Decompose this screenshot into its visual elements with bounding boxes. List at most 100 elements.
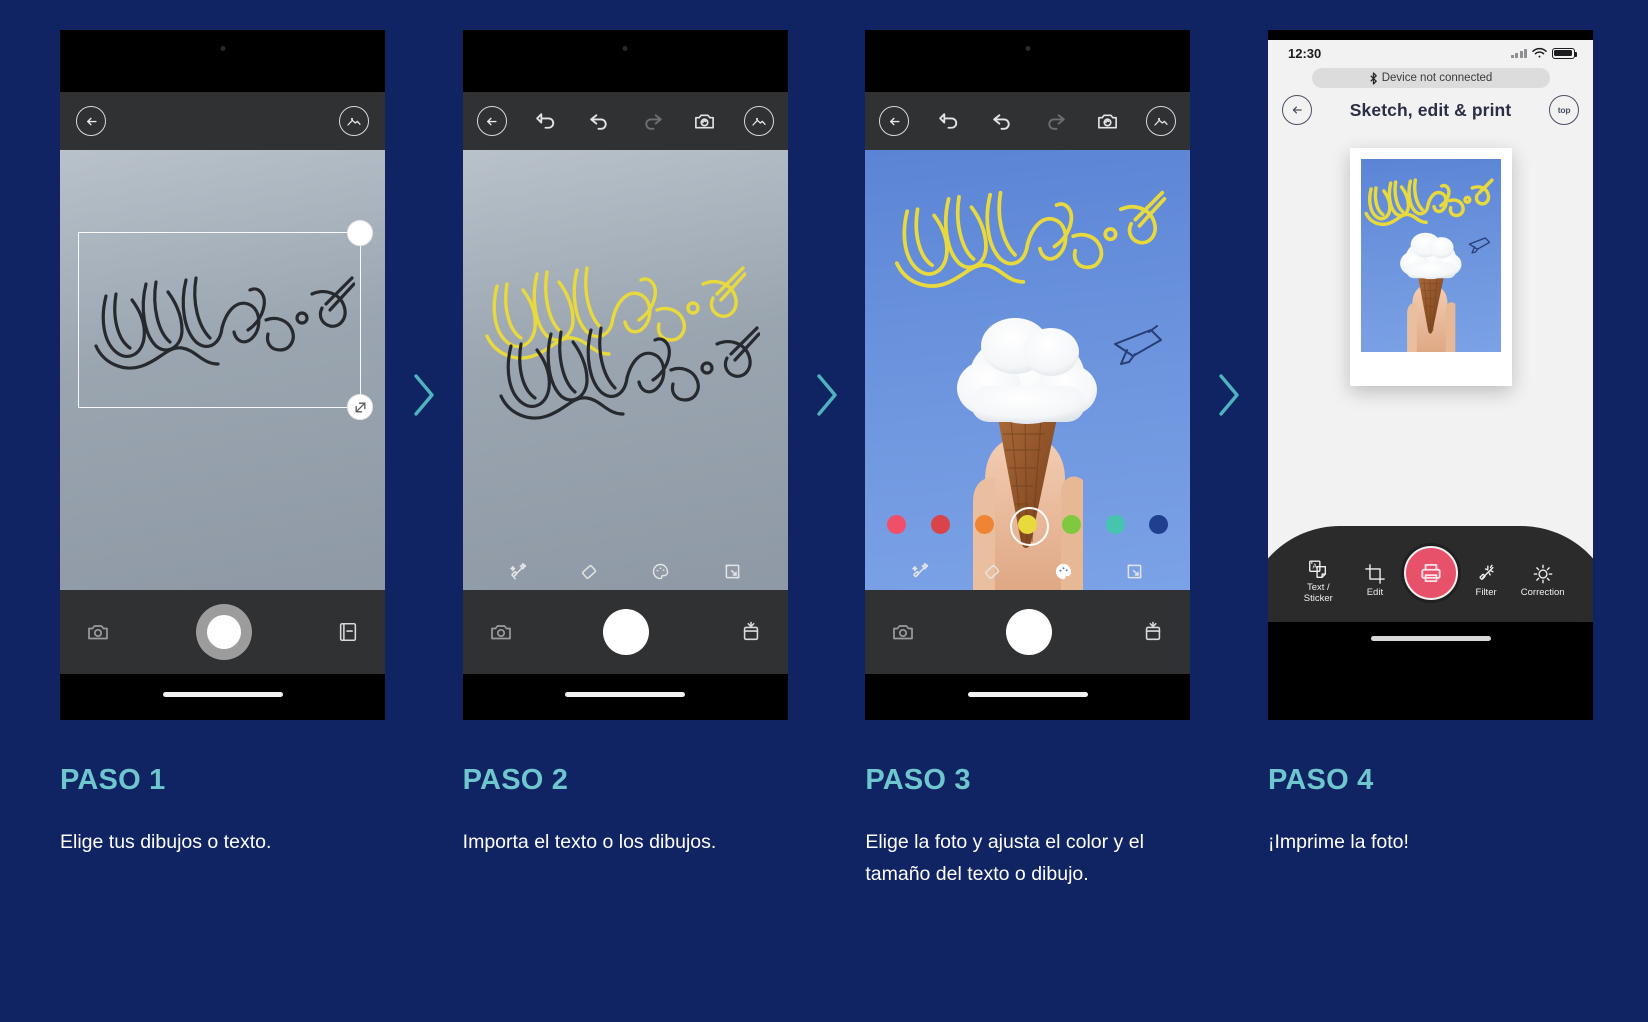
- step-arrow-3: [1190, 30, 1268, 760]
- app-toolbar-1: [60, 92, 385, 150]
- eraser-icon[interactable]: [579, 561, 600, 582]
- step-body: Importa el texto o los dibujos.: [462, 831, 717, 853]
- steps-row: PASO 1 Elige tus dibujos o texto. PASO 2…: [0, 0, 1648, 1022]
- step-body: Elige tus dibujos o texto.: [60, 831, 272, 853]
- app-toolbar-2: [462, 92, 788, 150]
- color-swatch-navy[interactable]: [1149, 515, 1169, 534]
- crop-icon: [1365, 564, 1385, 585]
- front-camera-icon: [622, 46, 628, 51]
- signal-icon: [1510, 48, 1528, 58]
- camera-flip-icon[interactable]: [1096, 110, 1119, 133]
- photo-canvas-3[interactable]: [865, 150, 1191, 590]
- shutter-button[interactable]: [1001, 604, 1057, 660]
- status-bar: 12:30: [1268, 40, 1593, 66]
- save-icon[interactable]: [1142, 621, 1164, 643]
- phone-bezel-top: [865, 30, 1191, 92]
- step-arrow-1: [385, 30, 463, 760]
- phone-bezel-top: [1268, 30, 1594, 40]
- filter-label: Filter: [1475, 587, 1497, 599]
- crop-resize-icon[interactable]: [722, 561, 743, 582]
- phone-mockup-3: [865, 30, 1191, 720]
- magic-wand-icon[interactable]: [508, 561, 529, 582]
- gallery-icon[interactable]: [743, 106, 774, 136]
- step-heading: PASO 1: [60, 764, 166, 796]
- step-heading: PASO 2: [462, 764, 569, 796]
- undo-all-icon[interactable]: [937, 109, 962, 134]
- filter-button[interactable]: Filter: [1458, 563, 1514, 599]
- color-swatch-pink[interactable]: [887, 515, 907, 534]
- polaroid-photo: [1360, 159, 1501, 352]
- gallery-icon[interactable]: [339, 106, 369, 136]
- crop-resize-icon[interactable]: [1124, 561, 1145, 582]
- selection-rotate-handle[interactable]: [347, 220, 373, 246]
- undo-icon[interactable]: [990, 109, 1015, 134]
- redo-icon[interactable]: [640, 109, 665, 134]
- camera-canvas-1[interactable]: [60, 150, 385, 590]
- status-indicators: [1510, 47, 1578, 59]
- polaroid-frame[interactable]: [1349, 148, 1512, 386]
- phone-bezel-bottom: [1268, 622, 1594, 664]
- color-swatch-red[interactable]: [931, 515, 950, 534]
- step-column-2: PASO 2 Importa el texto o los dibujos.: [462, 30, 788, 859]
- edit-tool-strip-2: [463, 561, 788, 582]
- undo-icon[interactable]: [587, 109, 612, 134]
- step-caption-1: PASO 1 Elige tus dibujos o texto.: [60, 764, 385, 859]
- back-arrow-icon[interactable]: [476, 106, 507, 136]
- front-camera-icon: [1025, 46, 1031, 51]
- palette-icon[interactable]: [1053, 561, 1074, 582]
- save-icon[interactable]: [740, 621, 762, 643]
- step-caption-3: PASO 3 Elige la foto y ajusta el color y…: [865, 764, 1190, 890]
- color-swatch-yellow[interactable]: [1010, 507, 1050, 546]
- back-arrow-icon[interactable]: [879, 106, 910, 136]
- step-column-4: 12:30 Device not connected Sketch, edit …: [1268, 30, 1594, 859]
- text-sticker-icon: A: [1309, 560, 1327, 578]
- home-indicator: [1370, 636, 1491, 641]
- color-swatch-orange[interactable]: [974, 515, 994, 534]
- shutter-button[interactable]: [598, 604, 654, 660]
- nav-bar: Sketch, edit & print top: [1268, 88, 1593, 132]
- step-body: ¡Imprime la foto!: [1268, 831, 1409, 853]
- step-column-1: PASO 1 Elige tus dibujos o texto.: [60, 30, 385, 859]
- palette-icon[interactable]: [650, 561, 671, 582]
- phone-bezel-bottom: [60, 674, 385, 720]
- camera-icon[interactable]: [891, 620, 915, 644]
- magic-wand-icon[interactable]: [910, 561, 931, 582]
- camera-icon[interactable]: [86, 620, 110, 644]
- page-title: Sketch, edit & print: [1349, 99, 1512, 120]
- camera-icon[interactable]: [489, 620, 513, 644]
- text-sticker-button[interactable]: A Text / Sticker: [1290, 558, 1346, 604]
- camera-bottom-bar-1: [60, 590, 385, 674]
- selection-rectangle[interactable]: [78, 220, 373, 420]
- home-indicator: [162, 692, 283, 697]
- correction-button[interactable]: Correction: [1515, 563, 1571, 599]
- phone-bezel-bottom: [865, 674, 1191, 720]
- shutter-inner: [206, 615, 241, 649]
- album-icon[interactable]: [337, 621, 359, 643]
- color-swatch-teal[interactable]: [1105, 515, 1125, 534]
- undo-all-icon[interactable]: [534, 109, 559, 134]
- print-button[interactable]: [1403, 546, 1458, 600]
- polaroid-preview-area: [1268, 148, 1593, 386]
- step-caption-2: PASO 2 Importa el texto o los dibujos.: [463, 764, 788, 859]
- step-heading: PASO 3: [865, 764, 971, 796]
- camera-flip-icon[interactable]: [693, 110, 716, 133]
- gallery-icon[interactable]: [1146, 106, 1177, 136]
- step-arrow-2: [788, 30, 866, 760]
- selection-resize-handle[interactable]: [347, 394, 373, 420]
- back-arrow-icon[interactable]: [76, 106, 106, 136]
- sketch-canvas-2[interactable]: [462, 150, 788, 590]
- edit-button[interactable]: Edit: [1347, 563, 1403, 599]
- front-camera-icon: [220, 46, 225, 51]
- step-column-3: PASO 3 Elige la foto y ajusta el color y…: [865, 30, 1191, 890]
- battery-icon: [1552, 47, 1578, 59]
- print-icon: [1420, 563, 1441, 583]
- eraser-icon[interactable]: [982, 561, 1003, 582]
- app-toolbar-3: [865, 92, 1191, 150]
- shutter-inner: [603, 609, 650, 655]
- color-swatch-green[interactable]: [1061, 515, 1081, 534]
- home-indicator: [565, 692, 686, 697]
- redo-icon[interactable]: [1043, 109, 1068, 134]
- yum-sketch-black: [499, 326, 760, 420]
- shutter-button[interactable]: [195, 604, 252, 660]
- text-sticker-label: Text / Sticker: [1303, 581, 1333, 604]
